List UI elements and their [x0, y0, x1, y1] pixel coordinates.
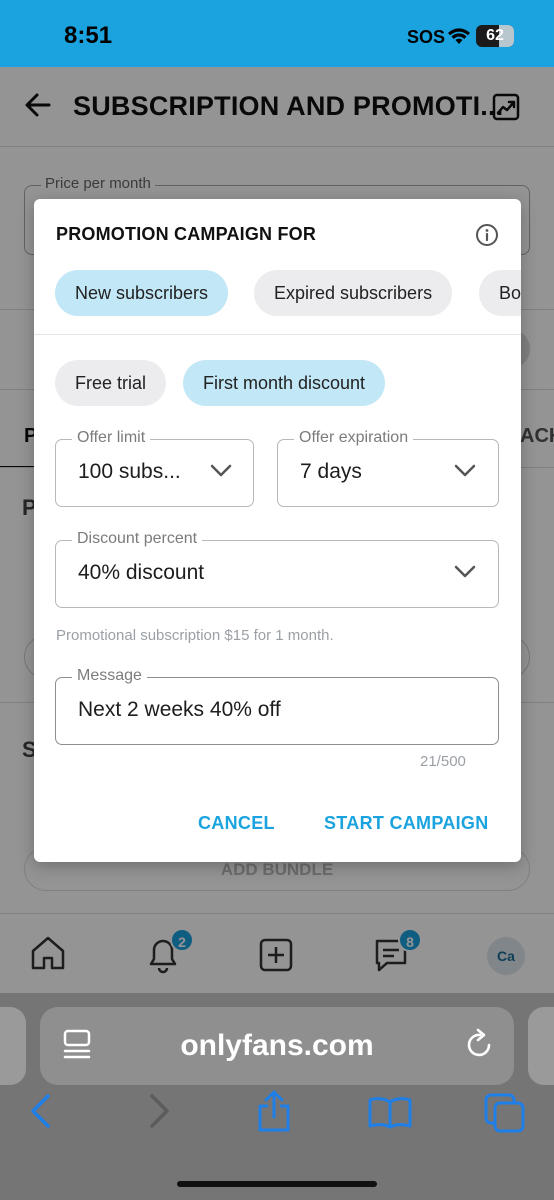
message-input[interactable]: Message Next 2 weeks 40% off	[55, 667, 499, 745]
url-text: onlyfans.com	[180, 1029, 374, 1062]
message-label: Message	[72, 667, 147, 685]
wifi-icon	[448, 28, 470, 44]
back-icon[interactable]	[28, 1093, 54, 1129]
status-time: 8:51	[64, 22, 113, 49]
chip-audience-partial[interactable]: Bo	[479, 270, 521, 316]
offer-limit-select[interactable]: Offer limit 100 subs...	[55, 429, 254, 507]
home-indicator	[177, 1181, 377, 1187]
chip-expired-subscribers[interactable]: Expired subscribers	[254, 270, 453, 316]
reload-icon[interactable]	[465, 1027, 495, 1061]
share-icon[interactable]	[256, 1089, 292, 1133]
dialog-title: PROMOTION CAMPAIGN FOR	[56, 224, 317, 244]
status-bar: 8:51 SOS 62	[0, 0, 554, 67]
bookmarks-icon[interactable]	[368, 1095, 412, 1129]
battery-level: 62	[486, 27, 504, 44]
chevron-down-icon	[454, 565, 476, 578]
discount-percent-select[interactable]: Discount percent 40% discount	[55, 530, 499, 608]
previous-tab-preview[interactable]	[0, 1007, 26, 1085]
divider	[34, 334, 521, 335]
chip-first-month-discount[interactable]: First month discount	[183, 360, 386, 406]
message-value: Next 2 weeks 40% off	[78, 698, 281, 721]
offer-expiration-value: 7 days	[300, 460, 362, 483]
battery-icon: 62	[476, 25, 514, 47]
promotion-summary-text: Promotional subscription $15 for 1 month…	[56, 627, 334, 644]
browser-toolbar: onlyfans.com	[0, 993, 554, 1200]
character-counter: 21/500	[420, 753, 466, 770]
status-carrier: SOS	[407, 27, 446, 47]
chip-free-trial[interactable]: Free trial	[55, 360, 167, 406]
offer-limit-value: 100 subs...	[78, 460, 181, 483]
address-bar[interactable]: onlyfans.com	[40, 1007, 514, 1085]
offer-limit-label: Offer limit	[72, 429, 151, 447]
offer-expiration-label: Offer expiration	[294, 429, 414, 447]
chevron-down-icon	[210, 464, 232, 477]
offer-expiration-select[interactable]: Offer expiration 7 days	[277, 429, 499, 507]
chevron-down-icon	[454, 464, 476, 477]
cancel-button[interactable]: CANCEL	[198, 813, 275, 834]
discount-percent-label: Discount percent	[72, 530, 203, 548]
forward-icon[interactable]	[146, 1093, 172, 1129]
promotion-campaign-dialog: PROMOTION CAMPAIGN FOR New subscribers E…	[34, 199, 521, 862]
tabs-icon[interactable]	[484, 1093, 526, 1133]
discount-percent-value: 40% discount	[78, 561, 205, 584]
info-icon[interactable]	[475, 223, 499, 247]
next-tab-preview[interactable]	[528, 1007, 554, 1085]
chip-new-subscribers[interactable]: New subscribers	[55, 270, 229, 316]
start-campaign-button[interactable]: START CAMPAIGN	[324, 813, 489, 834]
